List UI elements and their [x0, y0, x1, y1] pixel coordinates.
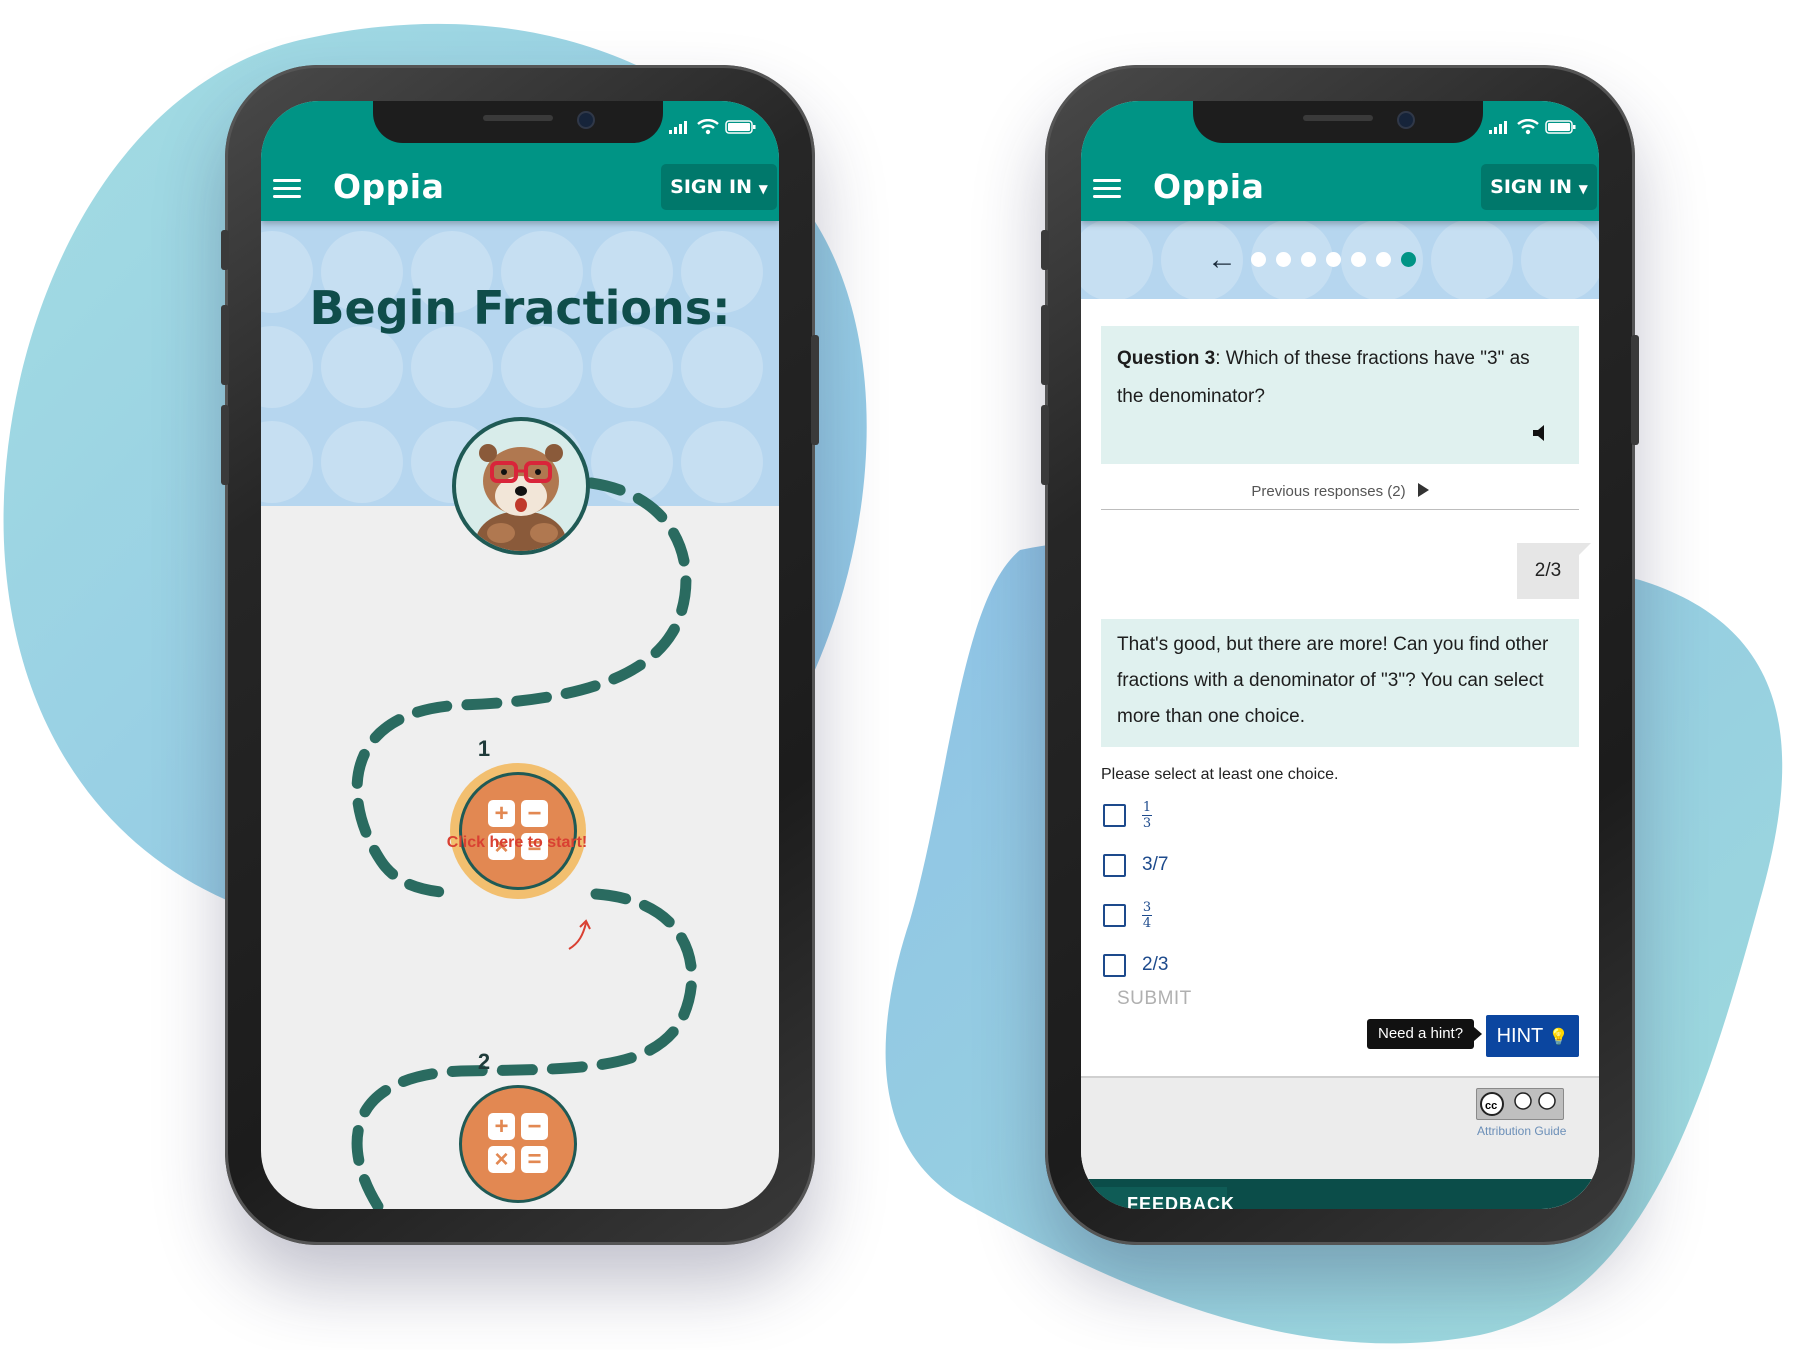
status-bar [669, 119, 757, 135]
choice-item[interactable]: 13 [1103, 795, 1152, 835]
progress-dot[interactable] [1251, 252, 1266, 267]
hamburger-menu-icon[interactable] [273, 179, 301, 199]
learner-answer-bubble: 2/3 [1517, 543, 1591, 599]
hint-button[interactable]: HINT 💡 [1486, 1015, 1579, 1057]
progress-dot[interactable] [1376, 252, 1391, 267]
progress-band: ← [1081, 221, 1599, 299]
choice-fraction: 34 [1142, 901, 1152, 930]
creative-commons-badge-icon[interactable]: cc [1476, 1088, 1564, 1120]
wifi-icon [1517, 119, 1539, 135]
screen-left: Oppia SIGN IN ▼ Begin Fractions: 1 + − ×… [261, 101, 779, 1209]
notch [373, 101, 663, 143]
choice-fraction: 13 [1142, 801, 1152, 830]
progress-dot[interactable] [1351, 252, 1366, 267]
submit-button[interactable]: SUBMIT [1117, 988, 1192, 1010]
notch [1193, 101, 1483, 143]
fraction-numerator: 3 [1142, 899, 1152, 915]
signal-icon [669, 121, 687, 134]
battery-icon [725, 120, 756, 134]
otter-icon [476, 444, 566, 551]
hint-tooltip: Need a hint? [1367, 1019, 1483, 1049]
feedback-tab-button[interactable]: FEEDBACK [1091, 1187, 1234, 1209]
fraction-denominator: 4 [1142, 915, 1152, 931]
progress-dot[interactable] [1301, 252, 1316, 267]
lightbulb-icon: 💡 [1548, 1029, 1569, 1046]
click-to-start-hint: Click here to start! [446, 834, 588, 851]
hint-label: HINT [1496, 1025, 1543, 1047]
play-triangle-icon [1417, 483, 1429, 497]
chapter-number: 2 [477, 1049, 491, 1074]
status-bar [1489, 119, 1577, 135]
previous-responses-toggle[interactable]: Previous responses (2) [1101, 469, 1579, 510]
phone-frame-right: Oppia SIGN IN ▼ ← Question 3: Which of t… [1041, 65, 1639, 1245]
fraction-numerator: 1 [1142, 799, 1152, 815]
progress-dots [1251, 252, 1416, 267]
battery-icon [1545, 120, 1576, 134]
choice-label: 3/7 [1142, 854, 1169, 875]
hamburger-menu-icon[interactable] [1093, 179, 1121, 199]
feedback-text: That's good, but there are more! Can you… [1117, 634, 1549, 727]
checkbox[interactable] [1103, 903, 1126, 927]
choice-item[interactable]: 34 [1103, 895, 1152, 935]
choice-item[interactable]: 3/7 [1103, 845, 1168, 885]
progress-dot[interactable] [1326, 252, 1341, 267]
phone-frame-left: Oppia SIGN IN ▼ Begin Fractions: 1 + − ×… [221, 65, 819, 1245]
previous-responses-label: Previous responses (2) [1251, 483, 1406, 500]
oppia-logo[interactable]: Oppia [1153, 167, 1264, 206]
question-card: Question 3: Which of these fractions hav… [1101, 326, 1579, 464]
wifi-icon [697, 119, 719, 135]
chapter-node-1[interactable]: + − × = [450, 763, 586, 899]
sign-in-label: SIGN IN [670, 176, 752, 198]
back-arrow-icon[interactable]: ← [1207, 245, 1237, 275]
fraction-denominator: 3 [1142, 815, 1152, 831]
progress-dot-active[interactable] [1401, 252, 1416, 267]
instruction-text: Please select at least one choice. [1101, 766, 1339, 783]
checkbox[interactable] [1103, 853, 1126, 877]
otter-mascot-avatar [452, 417, 590, 555]
choice-item[interactable]: 2/3 [1103, 945, 1168, 985]
story-path [351, 477, 698, 1209]
attribution-guide-link[interactable]: Attribution Guide [1477, 1124, 1566, 1138]
question-text: Question 3: Which of these fractions hav… [1117, 340, 1557, 416]
sign-in-button[interactable]: SIGN IN ▼ [1481, 164, 1597, 210]
signal-icon [1489, 121, 1507, 134]
camera-icon [1397, 111, 1415, 129]
caret-down-icon: ▼ [758, 182, 768, 196]
audio-speaker-icon[interactable] [1529, 422, 1551, 444]
checkbox[interactable] [1103, 803, 1126, 827]
sign-in-label: SIGN IN [1490, 176, 1572, 198]
choice-label: 2/3 [1142, 954, 1169, 975]
sign-in-button[interactable]: SIGN IN ▼ [661, 164, 777, 210]
oppia-logo[interactable]: Oppia [333, 167, 444, 206]
chapter-node-2[interactable]: + − × = [450, 1076, 586, 1209]
screen-right: Oppia SIGN IN ▼ ← Question 3: Which of t… [1081, 101, 1599, 1209]
question-label: Question 3 [1117, 348, 1216, 369]
progress-dot[interactable] [1276, 252, 1291, 267]
caret-down-icon: ▼ [1578, 182, 1588, 196]
calculator-icon: + − × = [488, 1113, 548, 1173]
chapter-number: 1 [477, 736, 491, 761]
svg-text:cc: cc [1485, 1100, 1497, 1112]
checkbox[interactable] [1103, 953, 1126, 977]
camera-icon [577, 111, 595, 129]
feedback-card: That's good, but there are more! Can you… [1101, 619, 1579, 747]
